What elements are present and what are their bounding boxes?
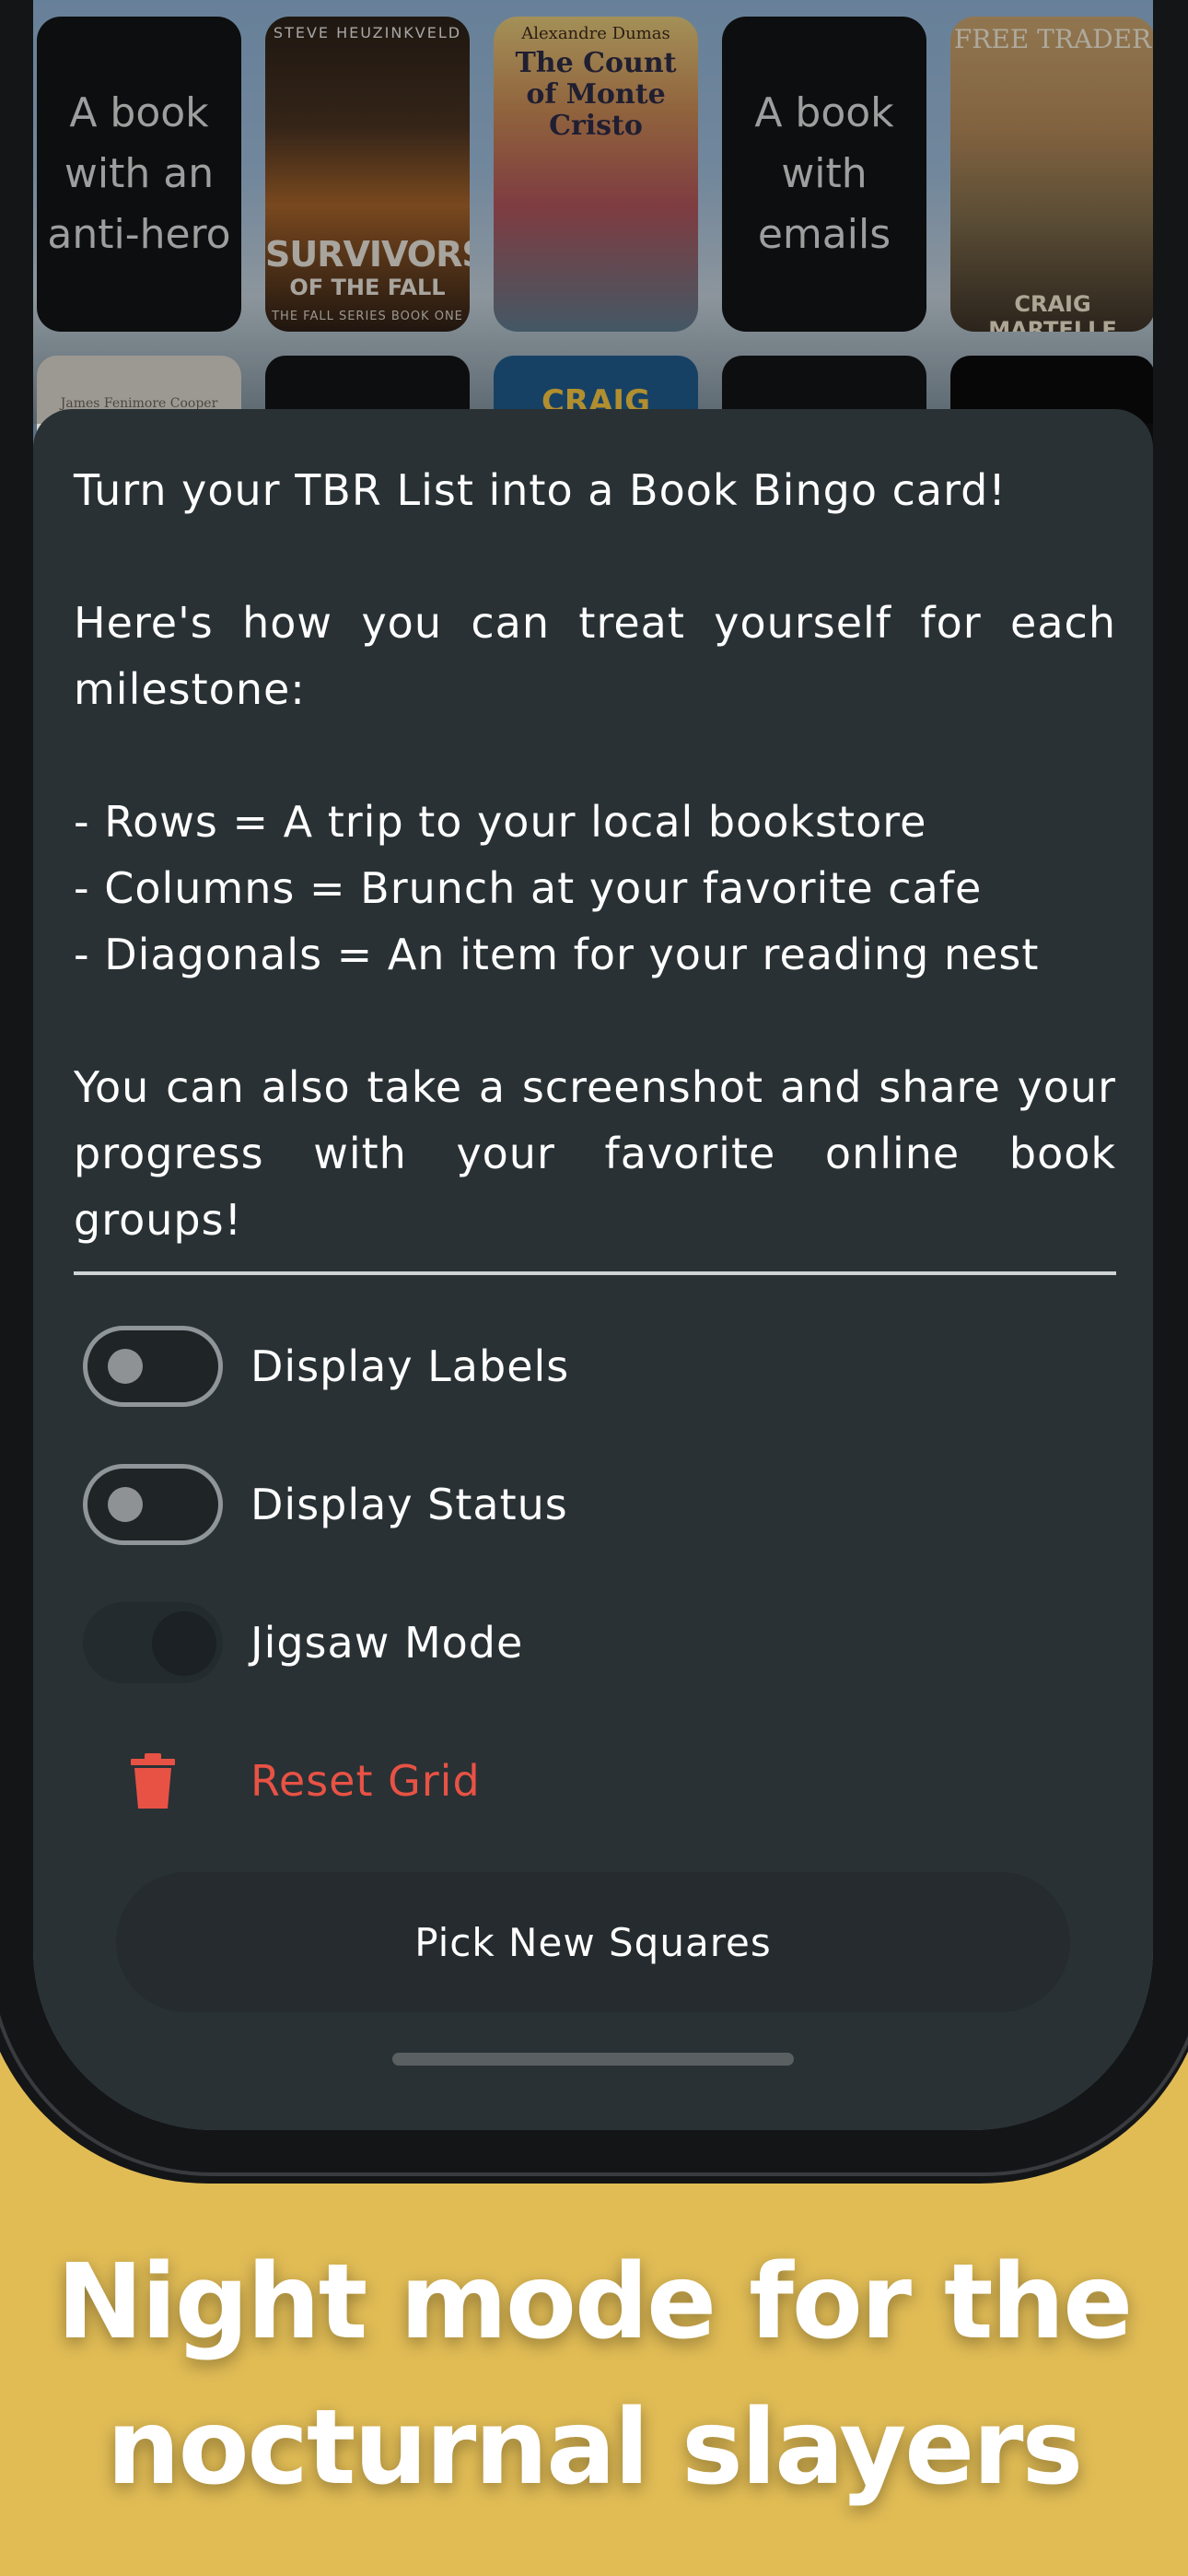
display-labels-option[interactable]: Display Labels: [83, 1316, 569, 1417]
divider: [74, 1271, 1116, 1275]
intro-text: Turn your TBR List into a Book Bingo car…: [74, 465, 1007, 515]
display-status-label: Display Status: [250, 1480, 568, 1529]
sheet-scrim: [33, 0, 1153, 424]
share-text: You can also take a screenshot and share…: [74, 1062, 1116, 1245]
milestone-heading: Here's how you can treat yourself for ea…: [74, 598, 1116, 714]
display-status-option[interactable]: Display Status: [83, 1454, 568, 1555]
toggle-knob: [152, 1611, 216, 1676]
toggle-knob: [108, 1349, 143, 1384]
toggle-knob: [108, 1487, 143, 1522]
app-screen: A book with an anti-hero STEVE HEUZINKVE…: [33, 0, 1153, 2130]
reset-grid-label: Reset Grid: [250, 1756, 481, 1806]
reward-rows: - Rows = A trip to your local bookstore: [74, 797, 927, 847]
jigsaw-mode-option[interactable]: Jigsaw Mode: [83, 1592, 523, 1693]
display-labels-label: Display Labels: [250, 1341, 570, 1391]
reward-diagonals: - Diagonals = An item for your reading n…: [74, 930, 1040, 979]
display-status-toggle[interactable]: [83, 1464, 223, 1545]
home-indicator[interactable]: [392, 2053, 794, 2066]
pick-new-squares-button[interactable]: Pick New Squares: [116, 1872, 1070, 2012]
trash-icon: [83, 1753, 223, 1809]
reward-columns: - Columns = Brunch at your favorite cafe: [74, 863, 983, 913]
promo-headline: Night mode for the nocturnal slayers: [0, 2230, 1188, 2521]
reset-grid-button[interactable]: Reset Grid: [83, 1730, 481, 1832]
jigsaw-mode-label: Jigsaw Mode: [250, 1618, 524, 1668]
headline-line-1: Night mode for the: [56, 2242, 1133, 2362]
settings-bottom-sheet: Turn your TBR List into a Book Bingo car…: [33, 409, 1153, 2130]
jigsaw-mode-toggle[interactable]: [83, 1602, 223, 1683]
bingo-grid-background: A book with an anti-hero STEVE HEUZINKVE…: [33, 0, 1153, 466]
display-labels-toggle[interactable]: [83, 1326, 223, 1407]
headline-line-2: nocturnal slayers: [106, 2388, 1083, 2508]
